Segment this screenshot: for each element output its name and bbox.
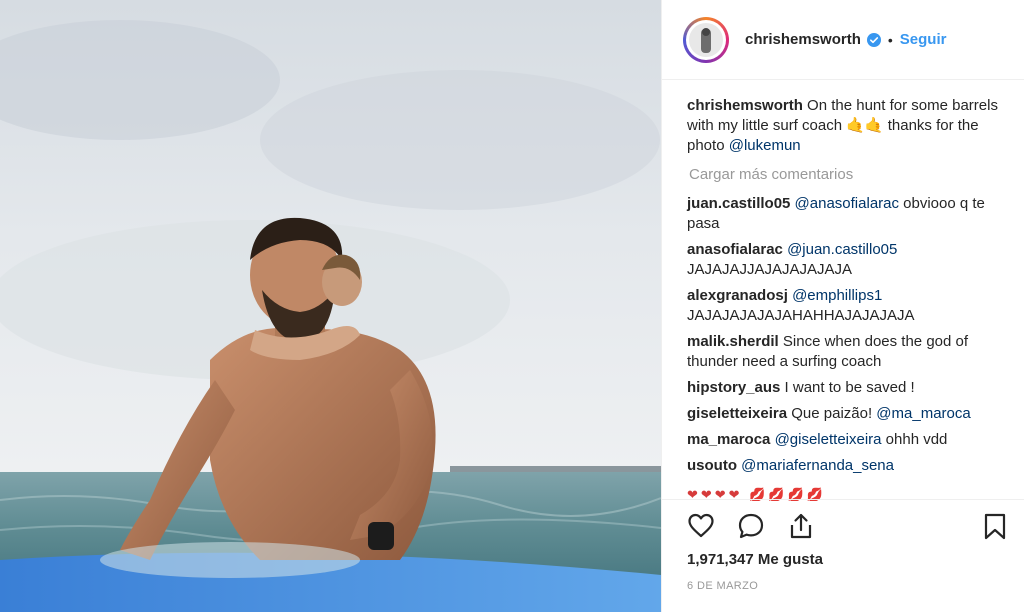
comment-mention[interactable]: @anasofialarac bbox=[795, 195, 899, 212]
comment-username[interactable]: hipstory_aus bbox=[687, 379, 780, 396]
comment-item: alexgranadosj @emphillips1 JAJAJAJAJAJAH… bbox=[687, 286, 1001, 326]
comment-mention[interactable]: @ma_maroca bbox=[876, 405, 970, 422]
share-icon[interactable] bbox=[787, 512, 815, 540]
caption-username[interactable]: chrishemsworth bbox=[687, 97, 803, 114]
header-username[interactable]: chrishemsworth bbox=[745, 31, 861, 48]
comment-username[interactable]: juan.castillo05 bbox=[687, 195, 790, 212]
comment-mention[interactable]: @emphillips1 bbox=[792, 287, 882, 304]
comment-item: giseletteixeira Que paizão! @ma_maroca bbox=[687, 404, 1001, 424]
post-header: chrishemsworth • Seguir bbox=[662, 0, 1024, 80]
comment-item: ma_maroca @giseletteixeira ohhh vdd bbox=[687, 430, 1001, 450]
photo-image bbox=[0, 0, 661, 612]
comment-username[interactable]: malik.sherdil bbox=[687, 333, 779, 350]
comment-item: hipstory_aus I want to be saved ! bbox=[687, 378, 1001, 398]
comment-item: juan.castillo05 @anasofialarac obviooo q… bbox=[687, 194, 1001, 234]
verified-badge-icon bbox=[866, 32, 881, 47]
heart-icon[interactable] bbox=[687, 512, 715, 540]
caption: chrishemsworth On the hunt for some barr… bbox=[687, 96, 1001, 156]
comment-text: JAJAJAJAJAJAHAHHAJAJAJAJA bbox=[687, 307, 915, 324]
comment-item: usouto @mariafernanda_sena bbox=[687, 456, 1001, 476]
comment-username[interactable]: giseletteixeira bbox=[687, 405, 787, 422]
comment-text: Que paizão! bbox=[791, 405, 877, 422]
post-date[interactable]: 6 DE MARZO bbox=[687, 580, 758, 592]
comment-mention[interactable]: @giseletteixeira bbox=[775, 431, 882, 448]
comment-text: I want to be saved ! bbox=[784, 379, 915, 396]
comment-username[interactable]: ma_maroca bbox=[687, 431, 770, 448]
comment-text: JAJAJAJJAJAJAJAJAJA bbox=[687, 261, 853, 278]
avatar-image bbox=[689, 22, 723, 57]
comment-text: ohhh vdd bbox=[881, 431, 948, 448]
header-separator: • bbox=[887, 31, 893, 48]
comments-list[interactable]: chrishemsworth On the hunt for some barr… bbox=[662, 81, 1024, 496]
post-sidebar: chrishemsworth • Seguir chrishemsworth O… bbox=[661, 0, 1024, 612]
caption-mention[interactable]: @lukemun bbox=[729, 137, 801, 154]
comment-username[interactable]: anasofialarac bbox=[687, 241, 783, 258]
comment-mention[interactable]: @mariafernanda_sena bbox=[741, 457, 894, 474]
comment-mention[interactable]: @juan.castillo05 bbox=[787, 241, 897, 258]
bookmark-icon[interactable] bbox=[981, 512, 1009, 540]
comment-item: malik.sherdil Since when does the god of… bbox=[687, 332, 1001, 372]
load-more-comments-button[interactable]: Cargar más comentarios bbox=[689, 165, 1001, 185]
likes-count[interactable]: 1,971,347 Me gusta bbox=[687, 551, 823, 568]
comment-username[interactable]: usouto bbox=[687, 457, 737, 474]
comment-icon[interactable] bbox=[737, 512, 765, 540]
action-icons bbox=[687, 512, 1007, 542]
comment-username[interactable]: alexgranadosj bbox=[687, 287, 788, 304]
post-actions: 1,971,347 Me gusta 6 DE MARZO bbox=[662, 499, 1024, 612]
avatar[interactable] bbox=[683, 16, 729, 63]
follow-button[interactable]: Seguir bbox=[900, 31, 947, 48]
comment-item: anasofialarac @juan.castillo05 JAJAJAJJA… bbox=[687, 240, 1001, 280]
post-photo[interactable] bbox=[0, 0, 661, 612]
